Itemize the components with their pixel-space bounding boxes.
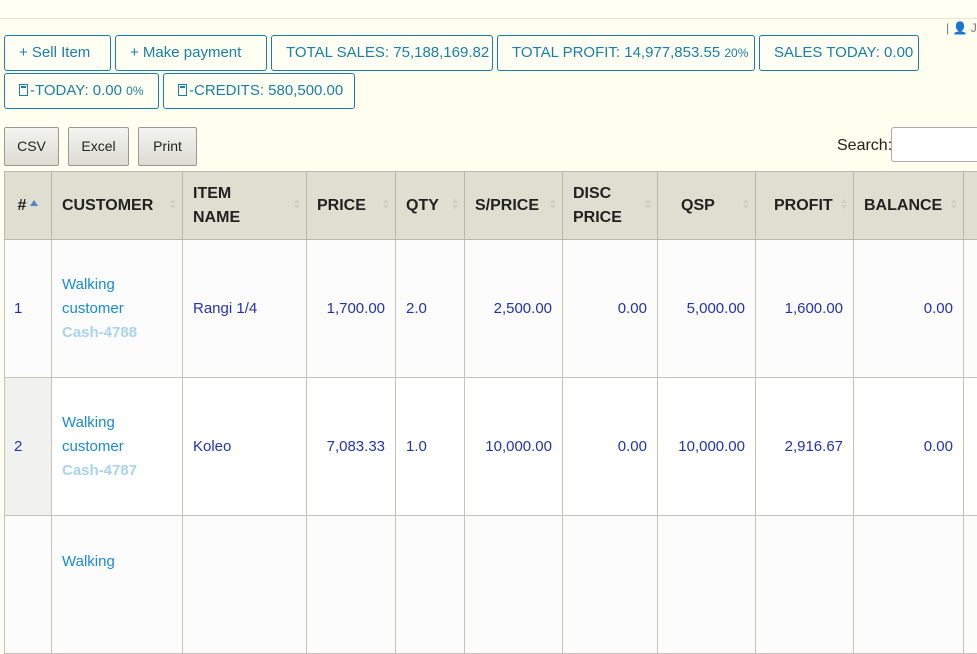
user-menu[interactable]: | 👤 Ja	[946, 21, 977, 35]
header-label: ITEM NAME	[193, 182, 253, 230]
header-label: QTY	[406, 197, 439, 214]
column-header-customer[interactable]: CUSTOMER	[52, 172, 183, 240]
top-bar	[0, 0, 977, 19]
credits-label: -CREDITS: 580,500.00	[189, 82, 343, 99]
qsp-cell: 5,000.00	[658, 240, 756, 378]
sales-today-label: SALES TODAY: 0.00	[774, 44, 913, 61]
s-price-cell: 2,500.00	[465, 240, 563, 378]
customer-cell: Walking customer Cash-4788	[52, 240, 183, 378]
today-expense-label: -TODAY: 0.00	[30, 82, 122, 99]
column-header-qty[interactable]: QTY	[396, 172, 465, 240]
today-expense-percent: 0%	[126, 84, 143, 98]
row-number	[5, 516, 52, 654]
header-label: PROFIT	[766, 197, 833, 214]
profit-cell: 2,916.67	[756, 378, 854, 516]
sort-icon	[951, 199, 957, 209]
sort-icon	[383, 199, 389, 209]
qty-cell: 1.0	[396, 378, 465, 516]
table-row[interactable]: 2 Walking customer Cash-4787 Koleo 7,083…	[5, 378, 977, 516]
qsp-cell: 10,000.00	[658, 378, 756, 516]
sort-icon	[645, 199, 651, 209]
excel-button[interactable]: Excel	[68, 127, 129, 166]
header-label: DISC PRICE	[573, 182, 623, 230]
item-name-cell: Rangi 1/4	[183, 240, 307, 378]
s-price-cell: 10,000.00	[465, 378, 563, 516]
profit-cell	[756, 516, 854, 654]
column-header-balance[interactable]: BALANCE	[854, 172, 964, 240]
make-payment-label: + Make payment	[130, 44, 241, 61]
total-profit-button[interactable]: TOTAL PROFIT: 14,977,853.55 20%	[497, 35, 755, 71]
column-header-item-name[interactable]: ITEM NAME	[183, 172, 307, 240]
today-expense-button[interactable]: -TODAY: 0.00 0%	[4, 73, 159, 109]
customer-link[interactable]: Walking	[62, 550, 172, 574]
column-header-qsp[interactable]: QSP	[658, 172, 756, 240]
customer-link[interactable]: Walking customer	[62, 411, 172, 459]
search-label: Search:	[837, 137, 892, 155]
receipt-code[interactable]: Cash-4788	[62, 321, 172, 345]
item-name-cell	[183, 516, 307, 654]
sell-item-button[interactable]: + Sell Item	[4, 35, 111, 71]
header-label: BALANCE	[864, 197, 942, 214]
header-label: CUSTOMER	[62, 197, 153, 214]
item-name-cell: Koleo	[183, 378, 307, 516]
header-label: #	[18, 197, 27, 214]
qsp-cell	[658, 516, 756, 654]
sales-today-button[interactable]: SALES TODAY: 0.00	[759, 35, 919, 71]
receipt-code[interactable]: Cash-4787	[62, 459, 172, 483]
disc-price-cell	[563, 516, 658, 654]
actions-cell[interactable]	[964, 378, 977, 516]
column-header-actions	[964, 172, 977, 240]
column-header-price[interactable]: PRICE	[307, 172, 396, 240]
disc-price-cell: 0.00	[563, 378, 658, 516]
sort-icon	[841, 199, 847, 209]
sort-icon	[170, 199, 176, 209]
header-label: PRICE	[317, 197, 366, 214]
row-number: 1	[5, 240, 52, 378]
table-row[interactable]: 1 Walking customer Cash-4788 Rangi 1/4 1…	[5, 240, 977, 378]
balance-cell	[854, 516, 964, 654]
column-header-profit[interactable]: PROFIT	[756, 172, 854, 240]
qty-cell	[396, 516, 465, 654]
column-header-number[interactable]: #	[5, 172, 52, 240]
credits-button[interactable]: -CREDITS: 580,500.00	[163, 73, 355, 109]
row-number: 2	[5, 378, 52, 516]
sort-icon	[550, 199, 556, 209]
profit-cell: 1,600.00	[756, 240, 854, 378]
price-cell: 7,083.33	[307, 378, 396, 516]
balance-cell: 0.00	[854, 378, 964, 516]
qty-cell: 2.0	[396, 240, 465, 378]
balance-cell: 0.00	[854, 240, 964, 378]
sort-icon	[743, 199, 749, 209]
search-input[interactable]	[891, 127, 977, 162]
table-header-row: # CUSTOMER ITEM NAME PRICE QTY S/PRICE D…	[5, 172, 977, 240]
price-cell: 1,700.00	[307, 240, 396, 378]
price-cell	[307, 516, 396, 654]
header-label: S/PRICE	[475, 197, 539, 214]
column-header-s-price[interactable]: S/PRICE	[465, 172, 563, 240]
table-row[interactable]: Walking	[5, 516, 977, 654]
total-profit-label: TOTAL PROFIT: 14,977,853.55	[512, 44, 720, 61]
actions-cell[interactable]	[964, 516, 977, 654]
sort-icon	[452, 199, 458, 209]
sort-asc-icon	[30, 200, 38, 206]
sales-table: # CUSTOMER ITEM NAME PRICE QTY S/PRICE D…	[4, 171, 977, 654]
total-profit-percent: 20%	[724, 46, 748, 60]
total-sales-button[interactable]: TOTAL SALES: 75,188,169.82	[271, 35, 493, 71]
csv-button[interactable]: CSV	[4, 127, 59, 166]
make-payment-button[interactable]: + Make payment	[115, 35, 267, 71]
calculator-icon	[19, 84, 28, 96]
calculator-icon	[178, 84, 187, 96]
column-header-disc-price[interactable]: DISC PRICE	[563, 172, 658, 240]
customer-cell: Walking	[52, 516, 183, 654]
disc-price-cell: 0.00	[563, 240, 658, 378]
header-label: QSP	[668, 197, 715, 214]
total-sales-label: TOTAL SALES: 75,188,169.82	[286, 44, 489, 61]
print-button[interactable]: Print	[138, 127, 197, 166]
s-price-cell	[465, 516, 563, 654]
customer-link[interactable]: Walking customer	[62, 273, 172, 321]
customer-cell: Walking customer Cash-4787	[52, 378, 183, 516]
actions-cell[interactable]	[964, 240, 977, 378]
sort-icon	[294, 199, 300, 209]
sell-item-label: + Sell Item	[19, 44, 90, 61]
